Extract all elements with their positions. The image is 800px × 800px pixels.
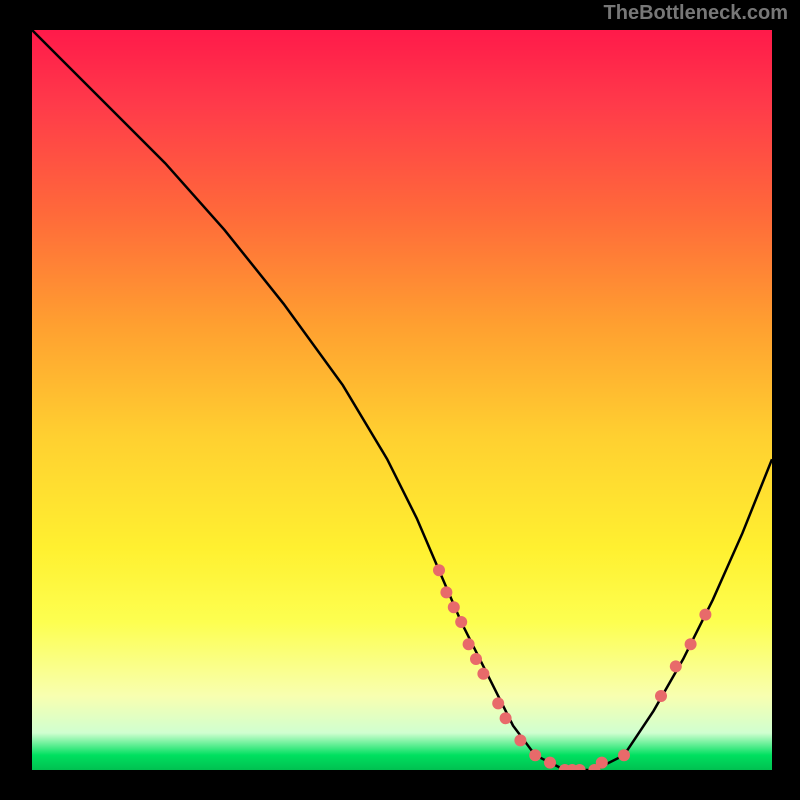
data-point [618,749,630,761]
data-point [596,757,608,769]
data-point [670,660,682,672]
data-point [440,586,452,598]
chart-svg [32,30,772,770]
data-point [448,601,460,613]
watermark-text: TheBottleneck.com [604,2,788,25]
data-point [699,609,711,621]
data-point [655,690,667,702]
chart-container: TheBottleneck.com [0,0,800,800]
data-point [544,757,556,769]
data-point [500,712,512,724]
data-point [514,734,526,746]
data-points [433,564,711,770]
bottleneck-curve [32,30,772,770]
data-point [463,638,475,650]
data-point [470,653,482,665]
data-point [433,564,445,576]
data-point [492,697,504,709]
data-point [455,616,467,628]
data-point [529,749,541,761]
plot-area [32,30,772,770]
data-point [477,668,489,680]
data-point [685,638,697,650]
data-point [574,764,586,770]
